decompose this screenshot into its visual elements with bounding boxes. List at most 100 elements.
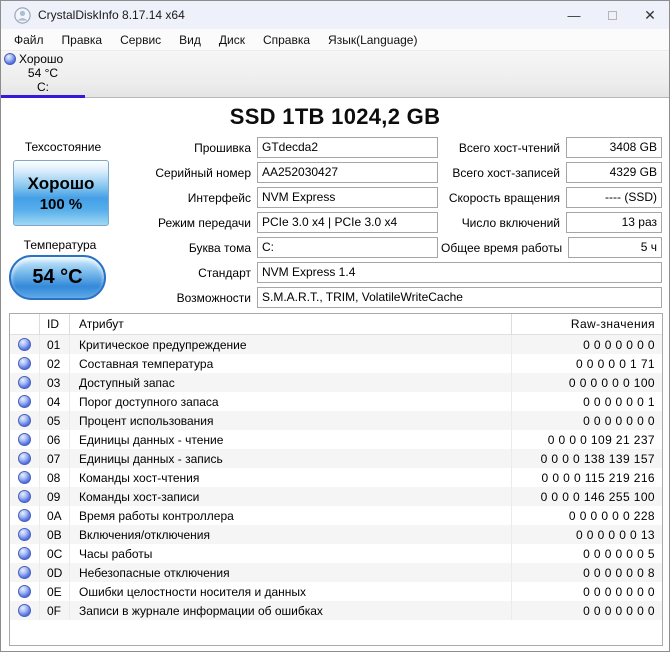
attribute-name: Часы работы [70, 544, 512, 563]
attribute-id: 09 [40, 487, 70, 506]
table-row: 05 Процент использования 0 0 0 0 0 0 0 [10, 411, 662, 430]
attribute-status-orb-icon [18, 509, 31, 522]
field-label: Буква тома [1, 241, 257, 255]
maximize-button[interactable] [593, 1, 631, 29]
menu-edit[interactable]: Правка [53, 31, 112, 49]
table-row: 04 Порог доступного запаса 0 0 0 0 0 0 1 [10, 392, 662, 411]
menu-file[interactable]: Файл [5, 31, 53, 49]
disk-model-title: SSD 1TB 1024,2 GB [1, 104, 669, 130]
interface-value-box[interactable]: NVM Express [257, 187, 438, 208]
attribute-id: 0C [40, 544, 70, 563]
attribute-name: Процент использования [70, 411, 512, 430]
attribute-id: 0B [40, 525, 70, 544]
field-row-serial: Серийный номер AA252030427 [1, 162, 438, 183]
attribute-raw-value: 0 0 0 0 109 21 237 [512, 433, 662, 447]
menu-disk[interactable]: Диск [210, 31, 254, 49]
table-row: 08 Команды хост-чтения 0 0 0 0 115 219 2… [10, 468, 662, 487]
attribute-raw-value: 0 0 0 0 0 0 100 [512, 376, 662, 390]
attribute-status-orb-icon [18, 604, 31, 617]
field-row-power-on-count: Число включений 13 раз [441, 212, 662, 233]
field-row-standard: Стандарт NVM Express 1.4 [1, 262, 662, 283]
attribute-id: 07 [40, 449, 70, 468]
host-writes-value-box[interactable]: 4329 GB [566, 162, 662, 183]
menu-view[interactable]: Вид [170, 31, 210, 49]
attribute-id: 06 [40, 430, 70, 449]
attribute-raw-value: 0 0 0 0 0 0 0 [512, 414, 662, 428]
field-row-host-writes: Всего хост-записей 4329 GB [441, 162, 662, 183]
close-button[interactable]: ✕ [631, 1, 669, 29]
attribute-status-orb-icon [18, 490, 31, 503]
field-label: Скорость вращения [441, 191, 566, 205]
attribute-name: Ошибки целостности носителя и данных [70, 582, 512, 601]
rotation-rate-value-box[interactable]: ---- (SSD) [566, 187, 662, 208]
table-row: 0A Время работы контроллера 0 0 0 0 0 0 … [10, 506, 662, 525]
maximize-icon [608, 11, 617, 20]
firmware-value-box[interactable]: GTdecda2 [257, 137, 438, 158]
field-label: Стандарт [1, 266, 257, 280]
table-row: 01 Критическое предупреждение 0 0 0 0 0 … [10, 335, 662, 354]
power-on-count-value-box[interactable]: 13 раз [566, 212, 662, 233]
transfer-mode-value-box[interactable]: PCIe 3.0 x4 | PCIe 3.0 x4 [257, 212, 438, 233]
attribute-raw-value: 0 0 0 0 0 0 5 [512, 547, 662, 561]
titlebar: CrystalDiskInfo 8.17.14 x64 — ✕ [1, 1, 669, 29]
attribute-name: Доступный запас [70, 373, 512, 392]
attribute-name: Включения/отключения [70, 525, 512, 544]
attribute-name: Единицы данных - чтение [70, 430, 512, 449]
attribute-status-orb-icon [18, 395, 31, 408]
serial-value-box[interactable]: AA252030427 [257, 162, 438, 183]
attribute-raw-value: 0 0 0 0 0 0 0 [512, 338, 662, 352]
attribute-raw-value: 0 0 0 0 0 0 0 [512, 585, 662, 599]
disk-health-status: Хорошо [19, 52, 63, 66]
attribute-raw-value: 0 0 0 0 138 139 157 [512, 452, 662, 466]
attribute-name: Составная температура [70, 354, 512, 373]
attribute-id: 01 [40, 335, 70, 354]
attribute-name: Записи в журнале информации об ошибках [70, 601, 512, 620]
disk-tab-c[interactable]: Хорошо 54 °C C: [1, 52, 85, 94]
field-row-rotation-rate: Скорость вращения ---- (SSD) [441, 187, 662, 208]
attribute-raw-value: 0 0 0 0 0 0 13 [512, 528, 662, 542]
attribute-name: Единицы данных - запись [70, 449, 512, 468]
attribute-name: Команды хост-записи [70, 487, 512, 506]
header-id: ID [40, 314, 70, 334]
menu-help[interactable]: Справка [254, 31, 319, 49]
health-status-orb-icon [4, 53, 16, 65]
disk-selector-strip: Хорошо 54 °C C: [1, 51, 669, 98]
app-window: CrystalDiskInfo 8.17.14 x64 — ✕ Файл Пра… [0, 0, 670, 652]
field-label: Интерфейс [1, 191, 257, 205]
attribute-raw-value: 0 0 0 0 146 255 100 [512, 490, 662, 504]
table-row: 0E Ошибки целостности носителя и данных … [10, 582, 662, 601]
standard-value-box[interactable]: NVM Express 1.4 [257, 262, 662, 283]
menu-language[interactable]: Язык(Language) [319, 31, 426, 49]
attribute-raw-value: 0 0 0 0 0 0 8 [512, 566, 662, 580]
attribute-id: 0E [40, 582, 70, 601]
table-row: 0B Включения/отключения 0 0 0 0 0 0 13 [10, 525, 662, 544]
menu-function[interactable]: Сервис [111, 31, 170, 49]
attribute-id: 0A [40, 506, 70, 525]
field-row-power-on-hours: Общее время работы 5 ч [441, 237, 662, 258]
disk-drive-letter: C: [1, 80, 85, 94]
power-on-hours-value-box[interactable]: 5 ч [568, 237, 662, 258]
table-row: 09 Команды хост-записи 0 0 0 0 146 255 1… [10, 487, 662, 506]
window-title: CrystalDiskInfo 8.17.14 x64 [38, 8, 185, 22]
main-panel: SSD 1TB 1024,2 GB Техсостояние Хорошо 10… [1, 98, 669, 652]
attribute-raw-value: 0 0 0 0 115 219 216 [512, 471, 662, 485]
table-row: 02 Составная температура 0 0 0 0 0 1 71 [10, 354, 662, 373]
attribute-status-orb-icon [18, 547, 31, 560]
field-row-host-reads: Всего хост-чтений 3408 GB [441, 137, 662, 158]
attribute-raw-value: 0 0 0 0 0 1 71 [512, 357, 662, 371]
minimize-button[interactable]: — [555, 1, 593, 29]
drive-letter-value-box[interactable]: C: [257, 237, 438, 258]
menubar: Файл Правка Сервис Вид Диск Справка Язык… [1, 29, 669, 51]
table-row: 06 Единицы данных - чтение 0 0 0 0 109 2… [10, 430, 662, 449]
attribute-id: 05 [40, 411, 70, 430]
field-row-transfer-mode: Режим передачи PCIe 3.0 x4 | PCIe 3.0 x4 [1, 212, 438, 233]
attribute-name: Критическое предупреждение [70, 335, 512, 354]
attribute-status-orb-icon [18, 566, 31, 579]
attribute-id: 02 [40, 354, 70, 373]
header-status-column [10, 314, 40, 334]
attribute-id: 08 [40, 468, 70, 487]
features-value-box[interactable]: S.M.A.R.T., TRIM, VolatileWriteCache [257, 287, 662, 308]
table-row: 07 Единицы данных - запись 0 0 0 0 138 1… [10, 449, 662, 468]
field-row-drive-letter: Буква тома C: [1, 237, 438, 258]
host-reads-value-box[interactable]: 3408 GB [566, 137, 662, 158]
